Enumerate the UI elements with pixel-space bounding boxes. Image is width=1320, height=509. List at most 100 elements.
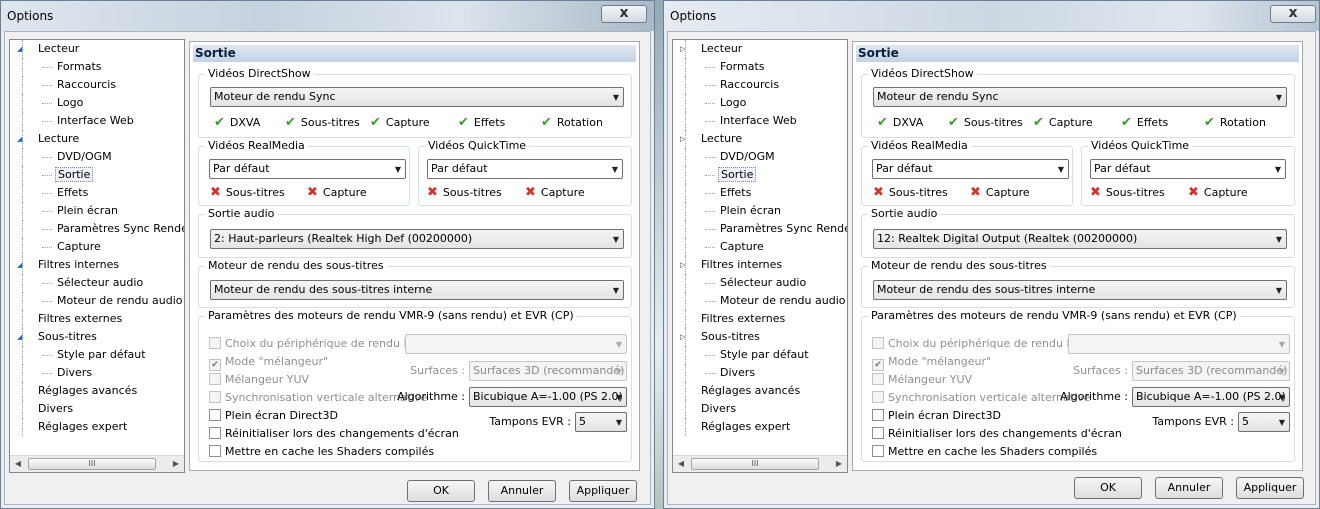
subtitle-renderer-select[interactable]: Moteur de rendu des sous-titres interne <box>873 280 1287 300</box>
directshow-renderer-select[interactable]: Moteur de rendu Sync <box>873 87 1287 107</box>
scroll-thumb[interactable]: III <box>28 458 156 470</box>
tree-item-formats[interactable]: Formats <box>10 58 184 76</box>
option-melangeur-yuv[interactable]: Mélangeur YUV <box>872 372 972 388</box>
tree-item-raccourcis[interactable]: Raccourcis <box>10 76 184 94</box>
checkbox[interactable] <box>209 445 221 457</box>
tree-expand-open-icon[interactable]: ◢ <box>17 45 22 53</box>
tree-expand-open-icon[interactable]: ◢ <box>17 333 22 341</box>
tree-item-style-par-defaut[interactable]: Style par défaut <box>673 346 847 364</box>
evr-buffers-select[interactable]: 5 <box>1238 412 1290 432</box>
tree-item-interface-web[interactable]: Interface Web <box>10 112 184 130</box>
tree-item-filtres-externes[interactable]: Filtres externes <box>10 310 184 328</box>
tree-item-effets[interactable]: Effets <box>10 184 184 202</box>
tree-item-formats[interactable]: Formats <box>673 58 847 76</box>
checkbox[interactable] <box>872 427 884 439</box>
tree-expand-open-icon[interactable]: ◢ <box>17 135 22 143</box>
checkbox[interactable] <box>872 373 884 385</box>
scroll-thumb[interactable]: III <box>691 458 819 470</box>
tree-item-interface-web[interactable]: Interface Web <box>673 112 847 130</box>
close-button[interactable]: x <box>601 5 647 23</box>
tree-item-reglages-expert[interactable]: Réglages expert <box>673 418 847 436</box>
checkbox[interactable] <box>209 391 221 403</box>
tree-item-reglages-avances[interactable]: Réglages avancés <box>673 382 847 400</box>
ok-button[interactable]: OK <box>1074 477 1142 499</box>
scroll-left-icon[interactable]: ◀ <box>10 456 26 472</box>
algorithm-select[interactable]: Bicubique A=-1.00 (PS 2.0) <box>1132 387 1290 407</box>
checkbox[interactable] <box>209 337 221 349</box>
option-mode-melangeur[interactable]: ✔ Mode "mélangeur" <box>872 354 991 371</box>
tree-item-lecture[interactable]: ▷ Lecture <box>673 130 847 148</box>
realmedia-renderer-select[interactable]: Par défaut <box>872 159 1069 179</box>
title-bar[interactable]: Options x <box>664 1 1319 31</box>
cancel-button[interactable]: Annuler <box>488 480 556 502</box>
tree-item-parametres-sync-renderer[interactable]: Paramètres Sync Renderer <box>673 220 847 238</box>
tree-item-reglages-expert[interactable]: Réglages expert <box>10 418 184 436</box>
tree-item-sous-titres[interactable]: ◢ Sous-titres <box>10 328 184 346</box>
directshow-renderer-select[interactable]: Moteur de rendu Sync <box>210 87 624 107</box>
tree-item-divers[interactable]: Divers <box>673 364 847 382</box>
options-tree[interactable]: ▷ Lecteur Formats Raccourcis Logo Interface W… <box>672 39 848 473</box>
option-mettre-en-cache-les-shaders-compiles[interactable]: Mettre en cache les Shaders compilés <box>209 444 434 460</box>
tree-expand-closed-icon[interactable]: ▷ <box>680 45 685 53</box>
tree-item-effets[interactable]: Effets <box>673 184 847 202</box>
tree-item-logo[interactable]: Logo <box>10 94 184 112</box>
checkbox[interactable] <box>872 445 884 457</box>
option-choix-du-peripherique-de-rendu-d3d9[interactable]: Choix du périphérique de rendu D3D9 <box>209 336 434 352</box>
horizontal-scrollbar[interactable]: ◀ III ▶ <box>10 455 184 472</box>
subtitle-renderer-select[interactable]: Moteur de rendu des sous-titres interne <box>210 280 624 300</box>
scroll-right-icon[interactable]: ▶ <box>168 456 184 472</box>
quicktime-renderer-select[interactable]: Par défaut <box>1090 159 1286 179</box>
horizontal-scrollbar[interactable]: ◀ III ▶ <box>673 455 847 472</box>
tree-item-logo[interactable]: Logo <box>673 94 847 112</box>
tree-item-moteur-de-rendu-audio[interactable]: Moteur de rendu audio <box>10 292 184 310</box>
scroll-right-icon[interactable]: ▶ <box>831 456 847 472</box>
tree-item-sous-titres[interactable]: ▷ Sous-titres <box>673 328 847 346</box>
option-choix-du-peripherique-de-rendu-d3d9[interactable]: Choix du périphérique de rendu D3D9 <box>872 336 1097 352</box>
tree-item-dvd-ogm[interactable]: DVD/OGM <box>10 148 184 166</box>
tree-item-capture[interactable]: Capture <box>10 238 184 256</box>
option-mettre-en-cache-les-shaders-compiles[interactable]: Mettre en cache les Shaders compilés <box>872 444 1097 460</box>
tree-item-capture[interactable]: Capture <box>673 238 847 256</box>
audio-device-select[interactable]: 12: Realtek Digital Output (Realtek (002… <box>873 229 1287 249</box>
scroll-left-icon[interactable]: ◀ <box>673 456 689 472</box>
surfaces-select[interactable]: Surfaces 3D (recommandé) <box>1132 361 1290 381</box>
tree-item-filtres-internes[interactable]: ◢ Filtres internes <box>10 256 184 274</box>
checkbox[interactable] <box>209 409 221 421</box>
apply-button[interactable]: Appliquer <box>569 480 637 502</box>
tree-item-selecteur-audio[interactable]: Sélecteur audio <box>10 274 184 292</box>
tree-item-filtres-internes[interactable]: ▷ Filtres internes <box>673 256 847 274</box>
surfaces-select[interactable]: Surfaces 3D (recommandé) <box>469 361 627 381</box>
realmedia-renderer-select[interactable]: Par défaut <box>209 159 406 179</box>
apply-button[interactable]: Appliquer <box>1236 477 1304 499</box>
audio-device-select[interactable]: 2: Haut-parleurs (Realtek High Def (0020… <box>210 229 624 249</box>
checkbox[interactable] <box>872 391 884 403</box>
tree-expand-closed-icon[interactable]: ▷ <box>680 333 685 341</box>
tree-item-lecteur[interactable]: ◢ Lecteur <box>10 40 184 58</box>
checkbox[interactable] <box>872 337 884 349</box>
tree-expand-closed-icon[interactable]: ▷ <box>680 135 685 143</box>
title-bar[interactable]: Options x <box>1 1 654 31</box>
tree-item-divers[interactable]: Divers <box>673 400 847 418</box>
tree-item-divers[interactable]: Divers <box>10 364 184 382</box>
tree-item-sortie[interactable]: Sortie <box>673 166 847 184</box>
checkbox[interactable]: ✔ <box>872 359 884 371</box>
option-mode-melangeur[interactable]: ✔ Mode "mélangeur" <box>209 354 328 371</box>
checkbox[interactable] <box>209 373 221 385</box>
checkbox[interactable]: ✔ <box>209 359 221 371</box>
option-melangeur-yuv[interactable]: Mélangeur YUV <box>209 372 309 388</box>
tree-item-selecteur-audio[interactable]: Sélecteur audio <box>673 274 847 292</box>
tree-expand-open-icon[interactable]: ◢ <box>17 261 22 269</box>
option-plein-ecran-direct3d[interactable]: Plein écran Direct3D <box>209 408 338 424</box>
checkbox[interactable] <box>872 409 884 421</box>
tree-item-lecture[interactable]: ◢ Lecture <box>10 130 184 148</box>
tree-item-moteur-de-rendu-audio[interactable]: Moteur de rendu audio <box>673 292 847 310</box>
tree-item-dvd-ogm[interactable]: DVD/OGM <box>673 148 847 166</box>
d3d9-device-select[interactable] <box>405 334 627 354</box>
cancel-button[interactable]: Annuler <box>1155 477 1223 499</box>
tree-item-plein-ecran[interactable]: Plein écran <box>673 202 847 220</box>
tree-item-filtres-externes[interactable]: Filtres externes <box>673 310 847 328</box>
tree-item-reglages-avances[interactable]: Réglages avancés <box>10 382 184 400</box>
checkbox[interactable] <box>209 427 221 439</box>
tree-item-raccourcis[interactable]: Raccourcis <box>673 76 847 94</box>
tree-item-sortie[interactable]: Sortie <box>10 166 184 184</box>
